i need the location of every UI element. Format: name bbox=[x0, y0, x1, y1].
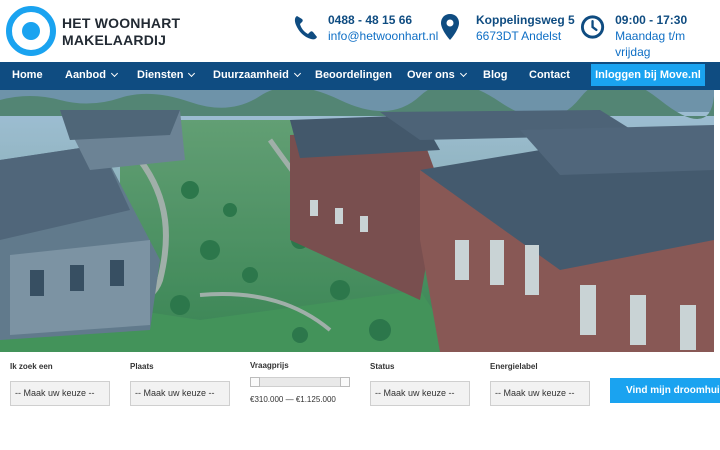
nav-item-duurzaamheid[interactable]: Duurzaamheid bbox=[213, 69, 301, 81]
brand-name[interactable]: HET WOONHART MAKELAARDIJ bbox=[62, 15, 180, 49]
address-street: Koppelingsweg 5 bbox=[476, 13, 575, 27]
hero-edge bbox=[714, 90, 720, 352]
email-link[interactable]: info@hetwoonhart.nl bbox=[328, 28, 438, 44]
chevron-down-icon bbox=[188, 69, 196, 78]
circle-logo-icon[interactable] bbox=[6, 6, 56, 56]
nav-label: Home bbox=[12, 69, 43, 81]
nav-item-blog[interactable]: Blog bbox=[483, 69, 507, 81]
nav-label: Aanbod bbox=[65, 69, 106, 81]
opening-days: Maandag t/m vrijdag bbox=[615, 29, 686, 59]
chevron-down-icon bbox=[459, 69, 467, 78]
status-select[interactable]: -- Maak uw keuze -- bbox=[370, 381, 470, 406]
nav-item-over-ons[interactable]: Over ons bbox=[407, 69, 467, 81]
login-move-button[interactable]: Inloggen bij Move.nl bbox=[591, 64, 705, 86]
contact-address: Koppelingsweg 5 6673DT Andelst bbox=[440, 12, 575, 44]
energy-label: Energielabel bbox=[490, 362, 538, 371]
nav-label: Contact bbox=[529, 69, 570, 81]
nav-label: Diensten bbox=[137, 69, 184, 81]
nav-item-diensten[interactable]: Diensten bbox=[137, 69, 196, 81]
opening-hours: 09:00 - 17:30 bbox=[615, 13, 688, 27]
price-label: Vraagprijs bbox=[250, 361, 289, 370]
nav-item-beoordelingen[interactable]: Beoordelingen bbox=[315, 69, 392, 81]
contact-phone[interactable]: 0488 - 48 15 66 info@hetwoonhart.nl bbox=[292, 12, 438, 44]
top-header: HET WOONHART MAKELAARDIJ 0488 - 48 15 66… bbox=[0, 0, 720, 62]
price-max-handle[interactable] bbox=[340, 377, 350, 387]
brand-line-1: HET WOONHART bbox=[62, 15, 181, 31]
address-postcode: 6673DT Andelst bbox=[476, 29, 562, 43]
nav-label: Blog bbox=[483, 69, 508, 81]
place-label: Plaats bbox=[130, 362, 154, 371]
nav-label: Duurzaamheid bbox=[213, 69, 289, 81]
nav-item-aanbod[interactable]: Aanbod bbox=[65, 69, 118, 81]
contact-hours: 09:00 - 17:30 Maandag t/m vrijdag bbox=[580, 12, 720, 60]
energy-select[interactable]: -- Maak uw keuze -- bbox=[490, 381, 590, 406]
brand-line-2: MAKELAARDIJ bbox=[62, 32, 167, 48]
chevron-down-icon bbox=[293, 69, 301, 78]
price-slider[interactable] bbox=[250, 377, 350, 387]
type-select[interactable]: -- Maak uw keuze -- bbox=[10, 381, 110, 406]
status-label: Status bbox=[370, 362, 395, 371]
location-pin-icon bbox=[441, 14, 459, 40]
place-select[interactable]: -- Maak uw keuze -- bbox=[130, 381, 230, 406]
nav-item-contact[interactable]: Contact bbox=[529, 69, 570, 81]
price-min-handle[interactable] bbox=[250, 377, 260, 387]
type-label: Ik zoek een bbox=[10, 362, 53, 371]
nav-label: Over ons bbox=[407, 69, 455, 81]
phone-icon bbox=[294, 16, 317, 40]
chevron-down-icon bbox=[110, 69, 118, 78]
nav-label: Beoordelingen bbox=[315, 69, 393, 81]
hero-image bbox=[0, 90, 714, 352]
find-home-button[interactable]: Vind mijn droomhuis bbox=[610, 378, 720, 403]
price-range-value: €310.000 — €1.125.000 bbox=[250, 395, 336, 404]
nav-item-home[interactable]: Home bbox=[12, 69, 43, 81]
phone-number[interactable]: 0488 - 48 15 66 bbox=[328, 12, 438, 28]
clock-icon bbox=[580, 15, 605, 39]
